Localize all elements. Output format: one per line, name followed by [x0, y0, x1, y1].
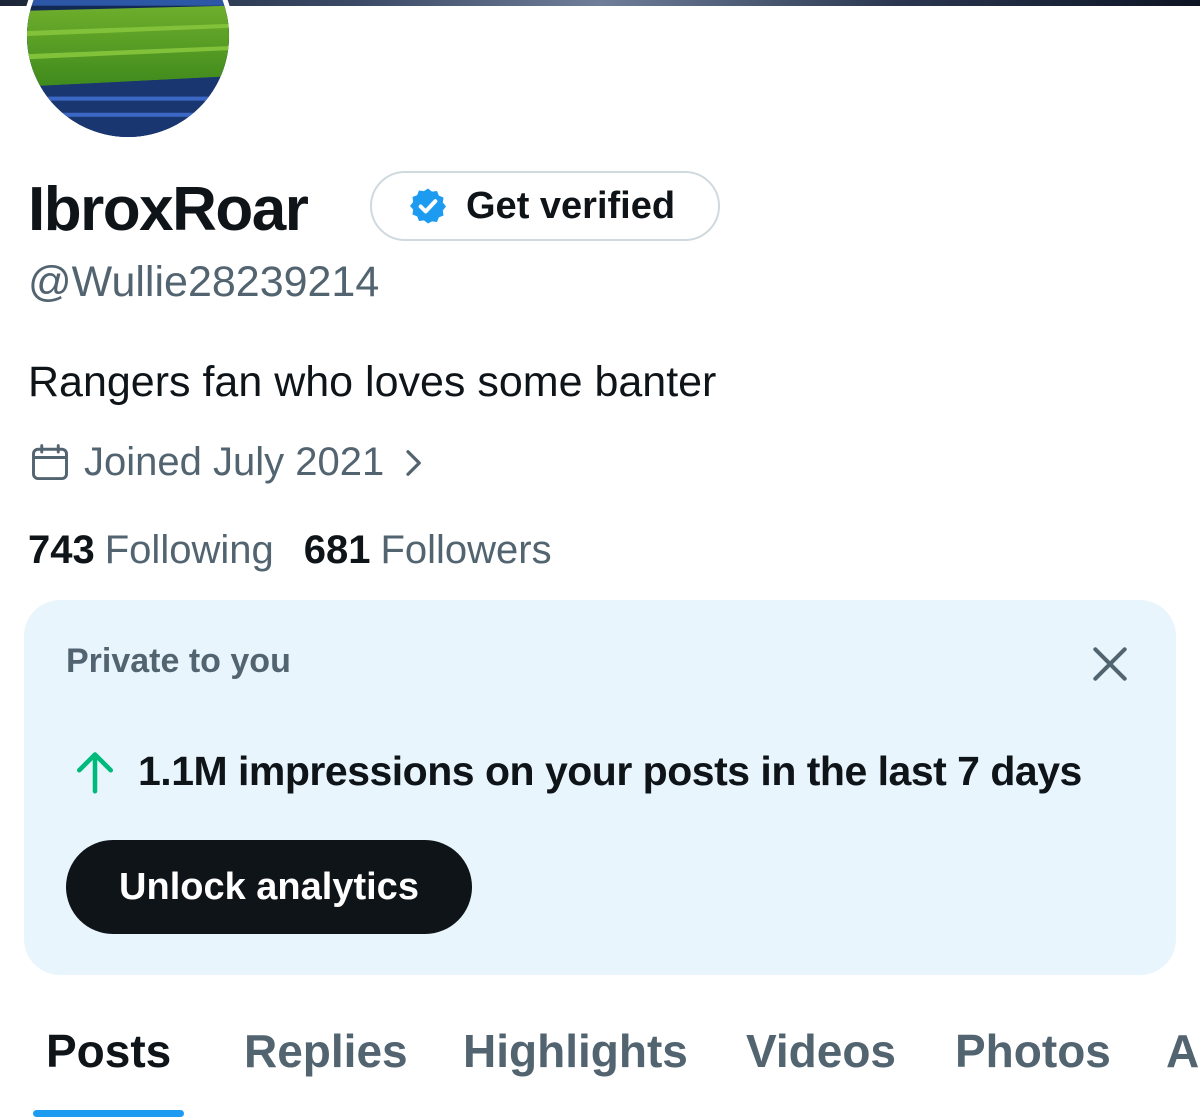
tab-articles[interactable]: A [1166, 1024, 1199, 1078]
impressions-text: 1.1M impressions on your posts in the la… [138, 748, 1082, 794]
avatar-stadium-image [27, 0, 229, 137]
display-name: IbroxRoar [28, 175, 309, 244]
get-verified-button[interactable]: Get verified [370, 171, 720, 241]
arrow-up-icon [76, 751, 114, 794]
follow-stats: 743 Following 681 Followers [28, 528, 582, 573]
get-verified-label: Get verified [466, 184, 676, 227]
tab-photos[interactable]: Photos [955, 1024, 1111, 1078]
profile-tabs: Posts Replies Highlights Videos Photos A [0, 1010, 1200, 1117]
tab-highlights[interactable]: Highlights [463, 1024, 688, 1078]
joined-date-row[interactable]: Joined July 2021 [28, 440, 428, 485]
unlock-analytics-button[interactable]: Unlock analytics [66, 840, 472, 934]
joined-date-text: Joined July 2021 [84, 440, 385, 484]
tab-replies[interactable]: Replies [244, 1024, 408, 1078]
close-icon[interactable] [1088, 642, 1132, 686]
tab-videos[interactable]: Videos [746, 1024, 896, 1078]
chevron-right-icon [406, 449, 422, 476]
avatar[interactable] [22, 0, 234, 142]
tab-posts[interactable]: Posts [46, 1024, 171, 1078]
profile-page: IbroxRoar Get verified @Wullie28239214 R… [0, 0, 1200, 1117]
active-tab-indicator [33, 1110, 184, 1117]
following-count: 743 [28, 528, 95, 572]
following-link[interactable]: 743 Following [28, 528, 274, 573]
followers-count: 681 [303, 528, 371, 572]
verified-badge-icon [410, 188, 446, 224]
user-handle: @Wullie28239214 [28, 258, 380, 306]
followers-link[interactable]: 681 Followers [304, 528, 552, 573]
private-to-you-label: Private to you [66, 642, 291, 680]
following-label: Following [104, 528, 274, 572]
private-analytics-card: Private to you 1.1M impressions on your … [24, 600, 1176, 975]
followers-label: Followers [380, 528, 552, 572]
impressions-row: 1.1M impressions on your posts in the la… [74, 748, 1082, 795]
profile-bio: Rangers fan who loves some banter [28, 358, 717, 406]
calendar-icon [32, 443, 68, 480]
